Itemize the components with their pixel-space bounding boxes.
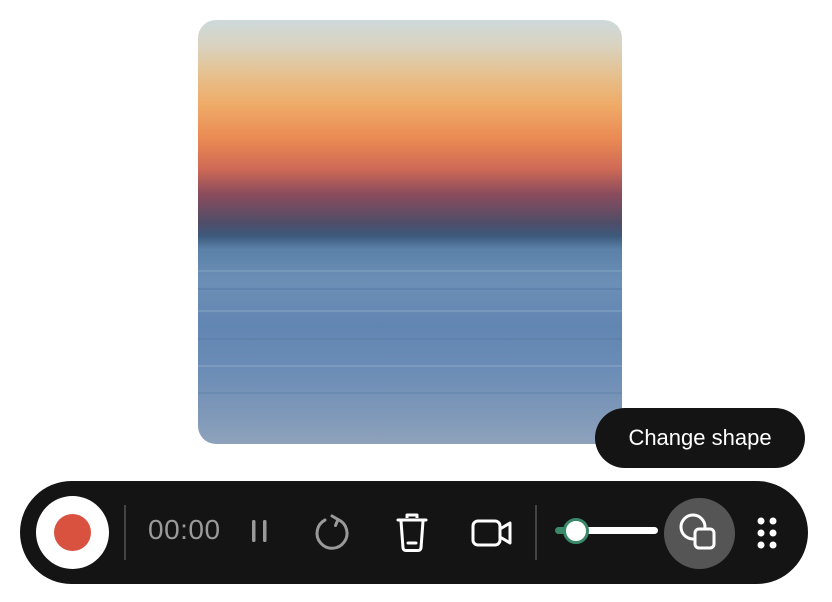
toolbar-divider — [124, 505, 126, 560]
preview-streak — [198, 270, 622, 272]
change-shape-button[interactable] — [664, 498, 735, 569]
change-shape-icon — [679, 513, 716, 550]
restart-icon — [315, 514, 349, 550]
preview-streak — [198, 392, 622, 394]
change-shape-tooltip: Change shape — [595, 408, 805, 468]
pause-icon — [252, 520, 267, 542]
drag-handle[interactable] — [753, 513, 781, 553]
trash-icon — [396, 513, 428, 552]
drag-handle-icon — [757, 517, 777, 549]
recording-toolbar: 00:00 — [20, 481, 808, 584]
restart-button[interactable] — [310, 511, 354, 555]
preview-streak — [198, 288, 622, 290]
pause-button[interactable] — [244, 515, 276, 547]
toolbar-divider — [535, 505, 537, 560]
tooltip-text: Change shape — [628, 425, 772, 450]
camera-button[interactable] — [469, 511, 515, 555]
size-slider-thumb[interactable] — [562, 518, 589, 544]
record-button[interactable] — [36, 496, 109, 569]
preview-streak — [198, 338, 622, 340]
camera-preview — [198, 20, 622, 444]
preview-streak — [198, 310, 622, 312]
record-icon — [54, 514, 91, 551]
video-camera-icon — [471, 519, 512, 547]
recording-timer: 00:00 — [148, 514, 221, 545]
preview-streak — [198, 365, 622, 367]
delete-button[interactable] — [390, 511, 434, 555]
